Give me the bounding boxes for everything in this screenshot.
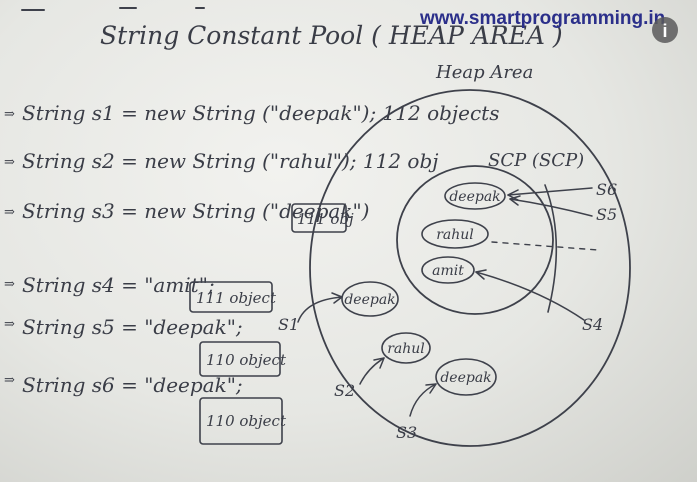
heap-area-label: Heap Area (435, 62, 533, 83)
ref-label-s1: S1 (278, 315, 299, 334)
heap-area-circle (309, 89, 631, 447)
whiteboard-drawing: String Constant Pool ( HEAP AREA ) www.s… (4, 7, 678, 447)
svg-text:amit: amit (432, 263, 464, 279)
scp-object-deepak: deepak (444, 182, 506, 210)
heap-object-deepak-1: deepak (341, 281, 399, 317)
object-count-3: 111 obj (297, 210, 354, 228)
statement-2: String s2 = new String ("rahul"); 112 ob… (22, 149, 438, 173)
info-icon: i (662, 21, 667, 41)
ref-label-s2: S2 (334, 381, 355, 400)
statement-1: String s1 = new String ("deepak"); 112 o… (22, 101, 499, 125)
ref-label-s4: S4 (582, 315, 603, 334)
svg-text:⇒: ⇒ (4, 373, 15, 388)
svg-text:⇒: ⇒ (4, 155, 15, 170)
scp-object-rahul: rahul (421, 219, 489, 249)
svg-text:rahul: rahul (436, 227, 474, 243)
top-dashes (21, 7, 205, 11)
statement-6: String s6 = "deepak"; (22, 373, 243, 397)
scp-object-amit: amit (421, 256, 475, 284)
svg-text:⇒: ⇒ (4, 317, 15, 332)
svg-text:⇒: ⇒ (4, 277, 15, 292)
object-count-4: 111 object (196, 289, 277, 307)
heap-object-deepak-2: deepak (435, 358, 497, 396)
object-count-6: 110 object (206, 412, 287, 430)
watermark: www.smartprogramming.in (419, 8, 665, 29)
ref-label-s5: S5 (596, 205, 617, 224)
svg-text:deepak: deepak (449, 189, 500, 205)
svg-text:⇒: ⇒ (4, 205, 15, 220)
statement-list: ⇒ String s1 = new String ("deepak"); 112… (4, 101, 499, 445)
svg-text:⇒: ⇒ (4, 107, 15, 122)
heap-object-rahul: rahul (381, 332, 431, 364)
svg-text:deepak: deepak (440, 370, 491, 386)
scp-label: SCP (SCP) (488, 150, 584, 171)
scp-inner-arc (544, 184, 558, 313)
dashed-reference-line (491, 241, 599, 251)
statement-5: String s5 = "deepak"; (22, 315, 243, 339)
info-button[interactable]: i (652, 17, 678, 43)
whiteboard: String Constant Pool ( HEAP AREA ) www.s… (0, 0, 697, 482)
svg-text:rahul: rahul (387, 341, 425, 357)
ref-label-s3: S3 (396, 423, 417, 442)
ref-label-s6: S6 (596, 180, 617, 199)
svg-text:deepak: deepak (344, 292, 395, 308)
statement-4: String s4 = "amit"; (22, 273, 215, 297)
object-count-5: 110 object (206, 351, 287, 369)
